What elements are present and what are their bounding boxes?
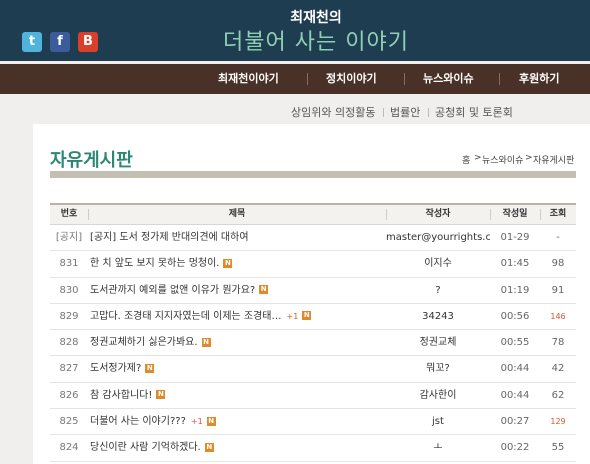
post-title-link[interactable]: 도서관까지 예외를 없앤 이유가 뭔가요?	[90, 285, 255, 296]
row-number: 826	[59, 389, 79, 401]
row-number: [공지]	[55, 232, 83, 243]
row-views: 129	[550, 417, 566, 427]
row-date: 01:45	[500, 258, 530, 270]
subnav-bills[interactable]: 법률안	[390, 104, 420, 120]
table-row[interactable]: 825 더불어 사는 이야기??? +1 Njst 00:27 129	[50, 409, 576, 436]
row-author: 감사한이	[419, 389, 457, 401]
row-title-cell: 당신이란 사람 기억하겠다. N	[90, 435, 386, 461]
row-views: 146	[550, 311, 566, 321]
row-date: 00:55	[500, 337, 530, 349]
row-number: 827	[59, 363, 79, 375]
header-views: 조회	[549, 209, 567, 219]
new-badge-icon: N	[302, 311, 312, 321]
row-title-cell: 도서관까지 예외를 없앤 이유가 뭔가요? N	[90, 278, 386, 304]
row-author: 정권교체	[419, 337, 457, 349]
row-number: 825	[59, 416, 79, 428]
row-views: 91	[551, 284, 565, 296]
breadcrumb-sep: >	[525, 153, 533, 163]
new-badge-icon: N	[145, 363, 155, 373]
page-title: 자유게시판	[50, 150, 133, 171]
row-author: 이지수	[424, 258, 452, 270]
new-badge-icon: N	[223, 258, 233, 268]
table-row[interactable]: [공지] [공지] 도서 정가제 반대의견에 대하여 master@yourrigh…	[50, 225, 576, 252]
table-row[interactable]: 826 참 감사합니다! N 감사한이 00:44 62	[50, 383, 576, 410]
post-title-link[interactable]: 참 감사합니다!	[90, 390, 152, 401]
subnav-hearings[interactable]: 공청회 및 토론회	[435, 104, 513, 120]
header-date: 작성일	[502, 209, 528, 219]
nav-item-choi-story[interactable]: 최재천이야기	[218, 64, 279, 94]
row-date: 00:56	[500, 310, 530, 322]
row-number: 824	[59, 442, 79, 454]
new-badge-icon: N	[201, 337, 211, 347]
row-title-cell: 정권교체하기 싫은가봐요. N	[90, 330, 386, 356]
table-row[interactable]: 830 도서관까지 예외를 없앤 이유가 뭔가요? N? 01:19 91	[50, 278, 576, 304]
row-author: 뭐꼬?	[426, 363, 450, 375]
row-title-cell: 도서정가제? N	[90, 356, 386, 382]
row-number: 831	[59, 258, 79, 270]
row-views: 55	[551, 442, 565, 454]
row-title-cell: 더불어 사는 이야기??? +1 N	[90, 409, 386, 435]
new-badge-icon: N	[204, 442, 214, 452]
row-date: 00:44	[500, 363, 530, 375]
nav-item-politics[interactable]: 정치이야기	[326, 64, 377, 94]
nav-item-support[interactable]: 후원하기	[519, 64, 559, 94]
row-title-cell: 고맙다. 조경태 지지자였는데 이제는 조경태… +1 N	[90, 304, 386, 330]
new-badge-icon: N	[206, 416, 216, 426]
row-views: 98	[551, 258, 565, 270]
comment-count: +1	[286, 311, 299, 321]
comment-count: +1	[190, 417, 203, 427]
row-author: master@yourrights.co…	[386, 232, 490, 243]
table-row[interactable]: 829 고맙다. 조경태 지지자였는데 이제는 조경태… +1 N 34243 00:56…	[50, 304, 576, 331]
row-author: ㅗ	[433, 442, 443, 454]
post-title-link[interactable]: 당신이란 사람 기억하겠다.	[90, 442, 201, 453]
table-row[interactable]: 824 당신이란 사람 기억하겠다. N ㅗ 00:22 55	[50, 435, 576, 462]
row-author: ?	[435, 284, 441, 296]
post-title-link[interactable]: 한 치 앞도 보지 못하는 멍청이.	[90, 258, 219, 269]
post-title-link[interactable]: 도서정가제?	[90, 363, 141, 374]
brand-title[interactable]: 더불어 사는 이야기	[0, 24, 590, 56]
row-title-cell: 참 감사합니다! N	[90, 383, 386, 409]
breadcrumb-current: 자유게시판	[533, 156, 575, 166]
row-number: 829	[59, 310, 79, 322]
row-author: jst	[432, 416, 444, 428]
breadcrumb-news[interactable]: 뉴스와이슈	[482, 153, 523, 166]
board-table: 번호 제목 작성자 작성일 조회 [공지] [공지] 도서 정가제 반대의견에 대…	[50, 203, 576, 462]
post-title-link[interactable]: [공지] 도서 정가제 반대의견에 대하여	[90, 232, 249, 243]
row-author: 34243	[422, 310, 454, 322]
breadcrumb-home[interactable]: 홈	[462, 153, 470, 166]
row-title-cell: 한 치 앞도 보지 못하는 멍청이. N	[90, 251, 386, 277]
row-views: 42	[551, 363, 565, 375]
header-title: 제목	[228, 209, 246, 219]
table-row[interactable]: 828 정권교체하기 싫은가봐요. N 정권교체 00:55 78	[50, 330, 576, 357]
subnav-committee[interactable]: 상임위와 의정활동	[291, 104, 375, 120]
new-badge-icon: N	[156, 390, 166, 400]
post-title-link[interactable]: 더불어 사는 이야기???	[90, 416, 186, 427]
row-number: 828	[59, 337, 79, 349]
row-title-cell: [공지] 도서 정가제 반대의견에 대하여	[90, 225, 386, 251]
row-number: 830	[59, 284, 79, 296]
row-views: 62	[551, 389, 565, 401]
post-title-link[interactable]: 고맙다. 조경태 지지자였는데 이제는 조경태…	[90, 311, 282, 322]
title-divider	[50, 171, 576, 178]
new-badge-icon: N	[259, 285, 269, 295]
header-num: 번호	[60, 209, 78, 219]
row-date: 00:44	[500, 389, 530, 401]
table-row[interactable]: 827 도서정가제? N 뭐꼬? 00:44 42	[50, 356, 576, 383]
row-date: 00:27	[500, 416, 530, 428]
table-header: 번호 제목 작성자 작성일 조회	[50, 203, 576, 225]
row-date: 00:22	[500, 442, 530, 454]
header-author: 작성자	[425, 209, 451, 219]
row-date: 01-29	[500, 232, 530, 243]
table-row[interactable]: 831 한 치 앞도 보지 못하는 멍청이. N 이지수 01:45 98	[50, 251, 576, 278]
row-views: -	[556, 232, 560, 243]
row-date: 01:19	[500, 284, 530, 296]
nav-item-news[interactable]: 뉴스와이슈	[423, 64, 474, 94]
main-nav: 최재천이야기 정치이야기 뉴스와이슈 후원하기	[0, 64, 590, 94]
row-views: 78	[551, 337, 565, 349]
breadcrumb-sep: >	[474, 153, 482, 163]
post-title-link[interactable]: 정권교체하기 싫은가봐요.	[90, 337, 198, 348]
